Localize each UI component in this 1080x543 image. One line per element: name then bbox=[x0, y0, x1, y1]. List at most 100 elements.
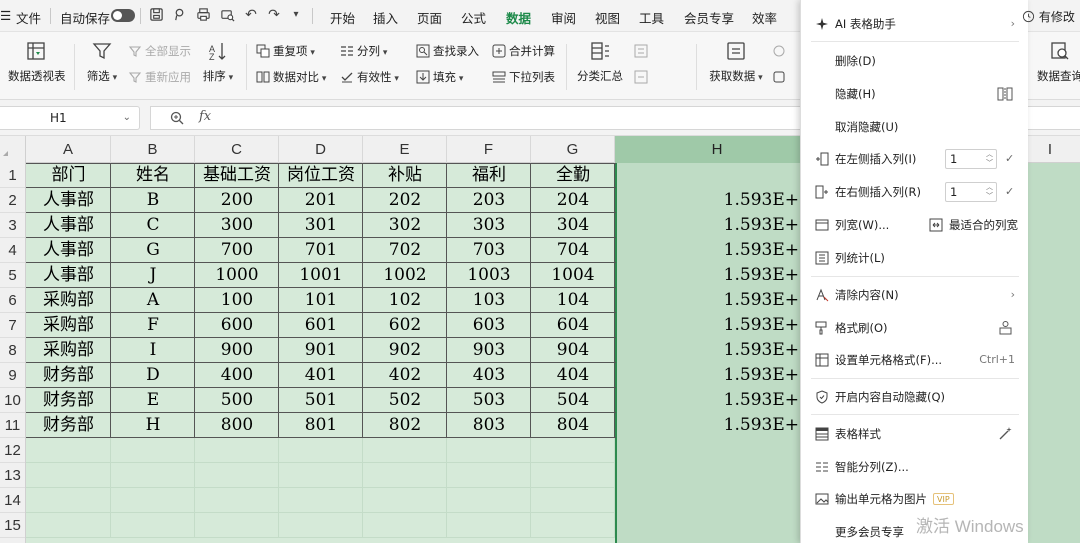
split-column-button[interactable]: 分列 bbox=[340, 42, 387, 60]
row-header[interactable]: 2 bbox=[0, 188, 25, 213]
cell[interactable]: 人事部 bbox=[26, 238, 111, 263]
cell[interactable]: 502 bbox=[363, 388, 447, 413]
tab-home[interactable]: 开始 bbox=[330, 8, 355, 27]
select-all-corner[interactable] bbox=[0, 136, 26, 163]
hamburger-icon[interactable]: ☰ bbox=[0, 8, 11, 23]
column-header-b[interactable]: B bbox=[111, 136, 195, 163]
tab-view[interactable]: 视图 bbox=[595, 8, 620, 27]
tab-efficiency[interactable]: 效率 bbox=[752, 8, 777, 27]
cell[interactable]: 402 bbox=[363, 363, 447, 388]
cell[interactable]: 财务部 bbox=[26, 388, 111, 413]
cell[interactable]: 802 bbox=[363, 413, 447, 438]
cell[interactable]: 1.593E+ bbox=[615, 238, 799, 263]
cell[interactable]: 302 bbox=[363, 213, 447, 238]
cell[interactable]: 财务部 bbox=[26, 413, 111, 438]
row-header[interactable]: 8 bbox=[0, 338, 25, 363]
cell[interactable]: 1003 bbox=[447, 263, 531, 288]
column-header-e[interactable]: E bbox=[363, 136, 447, 163]
menu-item-auto-hide[interactable]: 开启内容自动隐藏(Q) bbox=[801, 384, 1029, 410]
cell[interactable]: 301 bbox=[279, 213, 363, 238]
sort-button[interactable]: AZ 排序 bbox=[200, 40, 236, 84]
pivot-table-button[interactable]: 数据透视表 bbox=[8, 40, 66, 84]
menu-item-smart-split[interactable]: 智能分列(Z)... bbox=[801, 454, 1029, 480]
column-header-d[interactable]: D bbox=[279, 136, 363, 163]
menu-item-insert-right[interactable]: 在右侧插入列(R) 1 ︿ ﹀ ✓ bbox=[801, 179, 1029, 205]
cell[interactable]: H bbox=[111, 413, 195, 438]
cell[interactable]: 人事部 bbox=[26, 213, 111, 238]
cell[interactable]: 202 bbox=[363, 188, 447, 213]
row-header[interactable]: 9 bbox=[0, 363, 25, 388]
cell[interactable]: 400 bbox=[195, 363, 279, 388]
cell[interactable]: B bbox=[111, 188, 195, 213]
row-header[interactable]: 11 bbox=[0, 413, 25, 438]
tab-member[interactable]: 会员专享 bbox=[684, 8, 734, 27]
cell[interactable]: 600 bbox=[195, 313, 279, 338]
row-header[interactable]: 5 bbox=[0, 263, 25, 288]
cell[interactable]: 700 bbox=[195, 238, 279, 263]
show-all-button[interactable]: 全部显示 bbox=[128, 42, 191, 60]
row-header[interactable]: 6 bbox=[0, 288, 25, 313]
edit-status[interactable]: 有修改 bbox=[1022, 8, 1075, 25]
cell[interactable]: G bbox=[111, 238, 195, 263]
subtotal-button[interactable]: 分类汇总 bbox=[576, 40, 624, 84]
reapply-button[interactable]: 重新应用 bbox=[128, 68, 191, 86]
tab-tools[interactable]: 工具 bbox=[639, 8, 664, 27]
ungroup-icon-button[interactable] bbox=[634, 68, 651, 86]
row-header[interactable]: 1 bbox=[0, 163, 25, 188]
cell[interactable]: 采购部 bbox=[26, 338, 111, 363]
stepper-arrows-icon[interactable]: ︿ ﹀ bbox=[986, 183, 993, 201]
cell[interactable]: E bbox=[111, 388, 195, 413]
menu-item-hide[interactable]: 隐藏(H) bbox=[801, 81, 1029, 107]
cell[interactable]: 部门 bbox=[26, 163, 111, 188]
cell[interactable]: 304 bbox=[531, 213, 615, 238]
undo-icon[interactable]: ↶ bbox=[243, 7, 259, 23]
cell[interactable]: 701 bbox=[279, 238, 363, 263]
column-header-a[interactable]: A bbox=[26, 136, 111, 163]
cell[interactable]: 901 bbox=[279, 338, 363, 363]
cell[interactable]: 1.593E+ bbox=[615, 363, 799, 388]
cell[interactable]: 800 bbox=[195, 413, 279, 438]
cell[interactable]: 1.593E+ bbox=[615, 338, 799, 363]
cell[interactable]: 404 bbox=[531, 363, 615, 388]
cell[interactable]: 602 bbox=[363, 313, 447, 338]
cell[interactable]: 900 bbox=[195, 338, 279, 363]
row-header[interactable]: 7 bbox=[0, 313, 25, 338]
cell[interactable]: 803 bbox=[447, 413, 531, 438]
cell[interactable]: I bbox=[111, 338, 195, 363]
row-header[interactable]: 14 bbox=[0, 488, 25, 513]
cell[interactable]: J bbox=[111, 263, 195, 288]
cell[interactable]: 300 bbox=[195, 213, 279, 238]
tab-insert[interactable]: 插入 bbox=[373, 8, 398, 27]
autosave-toggle[interactable] bbox=[111, 9, 135, 22]
cell[interactable]: 采购部 bbox=[26, 313, 111, 338]
get-data-button[interactable]: 获取数据 bbox=[708, 40, 764, 84]
insert-right-count-stepper[interactable]: 1 ︿ ﹀ bbox=[945, 182, 997, 202]
cell[interactable]: 902 bbox=[363, 338, 447, 363]
column-header-h[interactable]: H bbox=[615, 136, 820, 163]
menu-item-clear-contents[interactable]: 清除内容(N) › bbox=[801, 282, 1029, 308]
cell[interactable]: D bbox=[111, 363, 195, 388]
tab-formula[interactable]: 公式 bbox=[461, 8, 486, 27]
menu-item-column-stats[interactable]: 列统计(L) bbox=[801, 245, 1029, 271]
tab-review[interactable]: 审阅 bbox=[551, 8, 576, 27]
cell[interactable]: C bbox=[111, 213, 195, 238]
cell[interactable]: 1.593E+ bbox=[615, 313, 799, 338]
row-header[interactable]: 10 bbox=[0, 388, 25, 413]
cell[interactable]: 岗位工资 bbox=[279, 163, 363, 188]
cell[interactable]: 201 bbox=[279, 188, 363, 213]
cell[interactable]: 801 bbox=[279, 413, 363, 438]
menu-item-insert-left[interactable]: 在左侧插入列(I) 1 ︿ ﹀ ✓ bbox=[801, 146, 1029, 172]
cell[interactable]: F bbox=[111, 313, 195, 338]
cell[interactable]: 财务部 bbox=[26, 363, 111, 388]
cell[interactable]: 904 bbox=[531, 338, 615, 363]
column-header-c[interactable]: C bbox=[195, 136, 279, 163]
column-header-g[interactable]: G bbox=[531, 136, 615, 163]
cell[interactable]: 103 bbox=[447, 288, 531, 313]
cell[interactable]: 403 bbox=[447, 363, 531, 388]
column-header-f[interactable]: F bbox=[447, 136, 531, 163]
cell[interactable]: 702 bbox=[363, 238, 447, 263]
row-header[interactable]: 12 bbox=[0, 438, 25, 463]
customize-dropdown-icon[interactable]: ▾ bbox=[288, 7, 304, 23]
confirm-check-icon[interactable]: ✓ bbox=[1005, 179, 1014, 205]
menu-item-best-fit-width[interactable]: 最适合的列宽 bbox=[925, 212, 1029, 238]
